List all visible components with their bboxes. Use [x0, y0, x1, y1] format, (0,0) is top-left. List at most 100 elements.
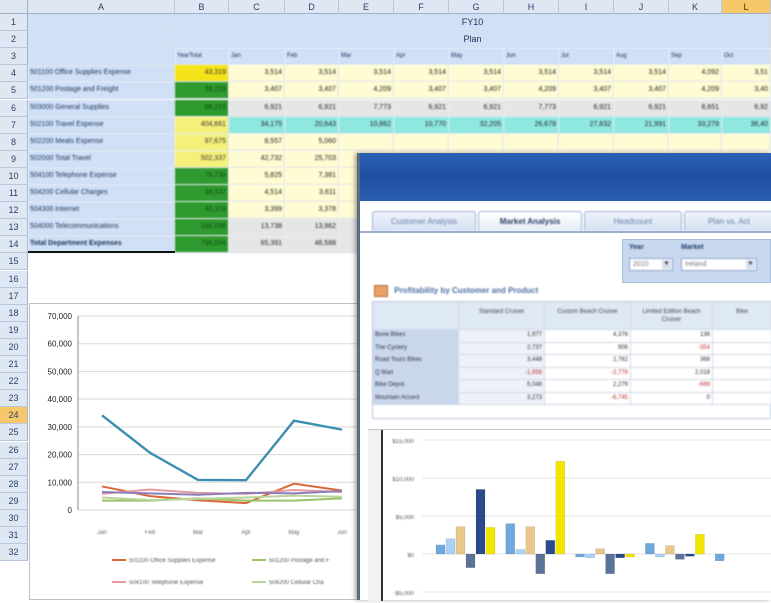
row-header-7[interactable]: 7 — [0, 116, 28, 134]
analysis-app-window[interactable]: Customer Analysis Market Analysis Headcoun… — [357, 153, 771, 601]
year-total-cell[interactable]: 404,661 — [175, 116, 229, 134]
year-total-cell[interactable]: 165,098 — [175, 219, 229, 237]
line-item-label[interactable]: 504200 Cellular Charges — [28, 185, 175, 203]
month-value-cell[interactable]: 20,643 — [285, 116, 339, 134]
month-value-cell[interactable]: 3,514 — [504, 65, 559, 83]
row-header-20[interactable]: 20 — [0, 338, 28, 356]
month-header[interactable]: Feb — [285, 48, 339, 66]
table-cell[interactable]: 2,018 — [631, 367, 713, 380]
month-value-cell[interactable]: 3,407 — [394, 82, 449, 100]
row-header-21[interactable]: 21 — [0, 356, 28, 374]
month-value-cell[interactable] — [559, 133, 614, 151]
table-cell[interactable]: 2,279 — [545, 380, 631, 393]
table-cell[interactable] — [713, 342, 771, 355]
month-value-cell[interactable]: 3,407 — [449, 82, 504, 100]
month-value-cell[interactable]: 4,209 — [669, 82, 722, 100]
month-value-cell[interactable]: 6,92 — [722, 99, 771, 117]
month-value-cell[interactable]: 6,921 — [229, 99, 285, 117]
tab-customer-analysis[interactable]: Customer Analysis — [372, 211, 476, 231]
line-item-label[interactable]: 504300 Internet — [28, 202, 175, 220]
month-value-cell[interactable]: 7,773 — [339, 99, 394, 117]
row-header-11[interactable]: 11 — [0, 185, 28, 203]
row-header-25[interactable]: 25 — [0, 424, 28, 442]
column-header-b[interactable]: B — [175, 0, 229, 14]
month-value-cell[interactable]: 3,514 — [229, 65, 285, 83]
profitability-bar-chart[interactable]: $15,000 $10,000 $5,000 $0 -$5,000 — [368, 429, 771, 601]
month-header[interactable]: Jul — [559, 48, 614, 66]
line-item-label[interactable]: 503000 General Supplies — [28, 99, 175, 117]
table-cell[interactable]: -669 — [631, 380, 713, 393]
row-header-2[interactable]: 2 — [0, 31, 28, 49]
column-header-j[interactable]: J — [614, 0, 669, 14]
year-total-cell[interactable]: 798,034 — [175, 236, 229, 254]
column-header-d[interactable]: D — [285, 0, 339, 14]
table-column-header[interactable]: Limited Edition Beach Cruiser — [631, 302, 713, 330]
line-item-label[interactable]: 501100 Office Supplies Expense — [28, 65, 175, 83]
month-value-cell[interactable]: 26,678 — [504, 116, 559, 134]
row-header-17[interactable]: 17 — [0, 287, 28, 305]
month-value-cell[interactable]: 3,514 — [285, 65, 339, 83]
plan-header[interactable]: Plan — [175, 31, 771, 49]
row-header-10[interactable]: 10 — [0, 167, 28, 185]
table-cell[interactable]: 136 — [631, 330, 713, 343]
column-header-h[interactable]: H — [504, 0, 559, 14]
month-header[interactable]: Oct — [722, 48, 771, 66]
month-value-cell[interactable]: 3,611 — [285, 185, 339, 203]
month-value-cell[interactable] — [722, 133, 771, 151]
column-header-e[interactable]: E — [339, 0, 394, 14]
month-value-cell[interactable]: 3,407 — [285, 82, 339, 100]
column-header-k[interactable]: K — [669, 0, 722, 14]
month-header[interactable]: Jan — [229, 48, 285, 66]
cell-a1[interactable] — [28, 14, 175, 32]
row-header-18[interactable]: 18 — [0, 304, 28, 322]
tab-headcount[interactable]: Headcount — [584, 211, 682, 231]
row-header-22[interactable]: 22 — [0, 373, 28, 391]
year-total-cell[interactable]: 502,337 — [175, 150, 229, 168]
year-total-cell[interactable]: 38,228 — [175, 82, 229, 100]
month-value-cell[interactable]: 6,921 — [285, 99, 339, 117]
table-column-header[interactable]: Custom Beach Cruiser — [545, 302, 631, 330]
month-header[interactable]: Apr — [394, 48, 449, 66]
month-value-cell[interactable]: 3,407 — [229, 82, 285, 100]
table-cell[interactable]: 2,762 — [545, 355, 631, 368]
row-header-28[interactable]: 28 — [0, 475, 28, 493]
row-header-27[interactable]: 27 — [0, 458, 28, 476]
row-header-32[interactable]: 32 — [0, 544, 28, 562]
month-value-cell[interactable]: 3,407 — [559, 82, 614, 100]
table-cell[interactable]: 4,378 — [545, 330, 631, 343]
fy-header[interactable]: FY10 — [175, 14, 771, 32]
row-header-9[interactable]: 9 — [0, 150, 28, 168]
month-header[interactable]: Aug — [614, 48, 669, 66]
month-value-cell[interactable]: 5,060 — [285, 133, 339, 151]
month-value-cell[interactable]: 3,399 — [229, 202, 285, 220]
row-header-3[interactable]: 3 — [0, 48, 28, 66]
year-total-cell[interactable]: 97,675 — [175, 133, 229, 151]
select-all-corner[interactable] — [0, 0, 28, 14]
cell-a2[interactable] — [28, 31, 175, 49]
row-header-26[interactable]: 26 — [0, 441, 28, 459]
column-header-g[interactable]: G — [449, 0, 504, 14]
table-row-label[interactable]: Bike Depot — [373, 380, 459, 393]
month-value-cell[interactable]: 8,651 — [669, 99, 722, 117]
table-cell[interactable]: -1,658 — [459, 367, 545, 380]
table-cell[interactable] — [713, 367, 771, 380]
line-item-label[interactable]: 504000 Telecommunications — [28, 219, 175, 237]
month-header[interactable]: May — [449, 48, 504, 66]
month-value-cell[interactable]: 25,703 — [285, 150, 339, 168]
row-header-1[interactable]: 1 — [0, 14, 28, 32]
line-item-label[interactable]: 502100 Travel Expense — [28, 116, 175, 134]
month-value-cell[interactable]: 4,209 — [339, 82, 394, 100]
month-value-cell[interactable]: 42,732 — [229, 150, 285, 168]
month-value-cell[interactable]: 6,921 — [614, 99, 669, 117]
row-header-12[interactable]: 12 — [0, 202, 28, 220]
year-total-cell[interactable]: 43,319 — [175, 65, 229, 83]
table-cell[interactable]: 368 — [631, 355, 713, 368]
row-header-5[interactable]: 5 — [0, 82, 28, 100]
month-value-cell[interactable] — [504, 133, 559, 151]
column-header-l[interactable]: L — [722, 0, 771, 14]
month-value-cell[interactable]: 10,862 — [339, 116, 394, 134]
table-row-label[interactable]: Mountain Accent — [373, 392, 459, 405]
table-cell[interactable]: 0 — [631, 392, 713, 405]
chevron-down-icon[interactable]: ▼ — [662, 260, 671, 269]
month-value-cell[interactable]: 4,092 — [669, 65, 722, 83]
